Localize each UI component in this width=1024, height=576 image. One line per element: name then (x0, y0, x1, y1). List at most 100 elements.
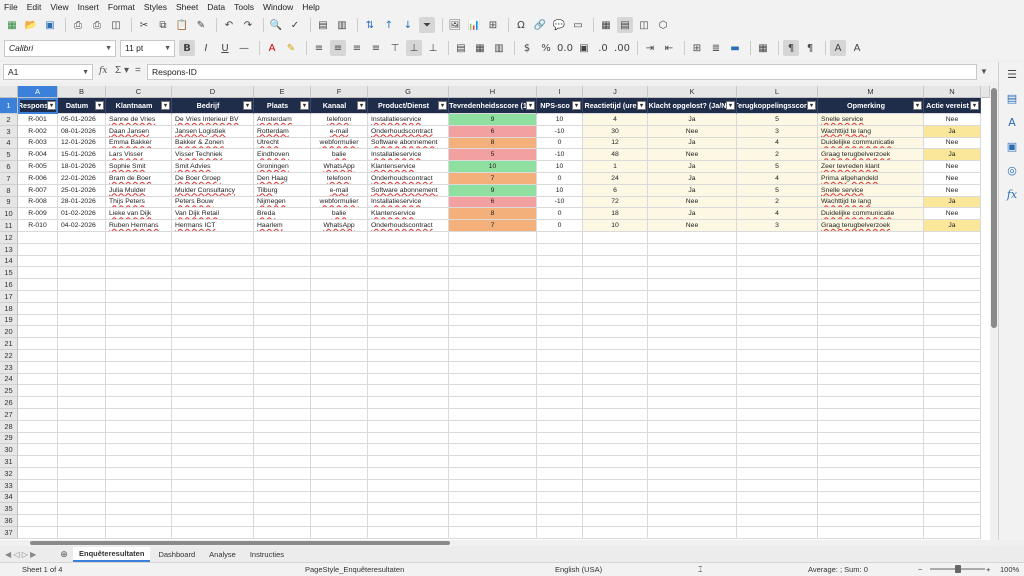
empty-cell[interactable] (737, 361, 818, 374)
right-to-left-icon[interactable]: ¶ (802, 40, 818, 56)
menu-item-edit[interactable]: Edit (27, 2, 42, 12)
empty-cell[interactable] (311, 350, 368, 362)
empty-cell[interactable] (537, 326, 583, 339)
table-cell[interactable]: Lars Visser (106, 149, 172, 162)
table-cell[interactable]: 18 (583, 208, 648, 221)
table-cell[interactable]: Sophie Smit (106, 161, 172, 173)
empty-cell[interactable] (537, 409, 583, 421)
empty-cell[interactable] (648, 302, 737, 315)
row-header[interactable]: 35 (0, 503, 18, 516)
align-top-icon[interactable]: ⊤ (387, 40, 403, 56)
empty-cell[interactable] (368, 350, 449, 362)
empty-cell[interactable] (449, 491, 537, 504)
column-header-a[interactable]: A (18, 86, 58, 98)
hamburger-menu-icon[interactable]: ☰ (1004, 66, 1020, 82)
table-cell[interactable]: Mulder Consultancy (172, 184, 254, 197)
table-cell[interactable]: 0 (537, 208, 583, 221)
empty-cell[interactable] (648, 527, 737, 539)
empty-cell[interactable] (368, 409, 449, 421)
empty-cell[interactable] (737, 456, 818, 468)
menu-item-window[interactable]: Window (263, 2, 293, 12)
autofilter-dropdown-icon[interactable]: ▾ (438, 101, 447, 110)
empty-cell[interactable] (368, 444, 449, 457)
empty-cell[interactable] (58, 503, 106, 516)
table-cell[interactable]: Van Dijk Retail (172, 208, 254, 221)
empty-cell[interactable] (449, 397, 537, 409)
empty-cell[interactable] (537, 420, 583, 433)
empty-cell[interactable] (449, 361, 537, 374)
empty-cell[interactable] (58, 243, 106, 256)
menu-item-format[interactable]: Format (108, 2, 135, 12)
empty-cell[interactable] (818, 326, 924, 339)
row-header[interactable]: 34 (0, 491, 18, 504)
empty-cell[interactable] (737, 444, 818, 457)
table-cell[interactable]: Onderhoudscontract (368, 173, 449, 185)
functions-icon[interactable]: fx (1004, 186, 1020, 202)
table-cell[interactable]: R-008 (18, 196, 58, 209)
spreadsheet-grid[interactable]: A B C D E F G H I J K L M N 1 2 3 4 5 6 7 8 9 10 11 12 13 14 15 16 17 1… (0, 86, 990, 540)
empty-cell[interactable] (311, 444, 368, 457)
empty-cell[interactable] (449, 444, 537, 457)
table-cell[interactable]: -10 (537, 196, 583, 209)
empty-cell[interactable] (818, 232, 924, 244)
table-cell[interactable]: 8 (449, 208, 537, 221)
table-cell[interactable]: Ja (648, 114, 737, 126)
empty-cell[interactable] (311, 432, 368, 445)
menu-item-data[interactable]: Data (207, 2, 225, 12)
empty-cell[interactable] (648, 397, 737, 409)
empty-cell[interactable] (583, 420, 648, 433)
table-cell[interactable]: Onderhoudscontract (368, 125, 449, 138)
unmerge-icon[interactable]: ▥ (491, 40, 507, 56)
row-header[interactable]: 29 (0, 432, 18, 445)
empty-cell[interactable] (58, 479, 106, 492)
empty-cell[interactable] (648, 479, 737, 492)
empty-cell[interactable] (172, 468, 254, 480)
empty-cell[interactable] (254, 527, 311, 539)
autofilter-icon[interactable]: ⏷ (419, 17, 435, 33)
empty-cell[interactable] (818, 456, 924, 468)
menu-item-view[interactable]: View (50, 2, 68, 12)
empty-cell[interactable] (737, 503, 818, 516)
formula-input[interactable]: Respons-ID (147, 64, 977, 80)
empty-cell[interactable] (368, 503, 449, 516)
special-character-icon[interactable]: Ω (513, 17, 529, 33)
table-cell[interactable]: Visser Techniek (172, 149, 254, 162)
table-cell[interactable]: 7 (449, 173, 537, 185)
empty-cell[interactable] (737, 291, 818, 303)
sum-icon[interactable]: Σ ▾ (115, 65, 129, 76)
empty-cell[interactable] (311, 255, 368, 268)
find-replace-icon[interactable]: 🔍 (268, 17, 284, 33)
table-cell[interactable]: Wachttijd te lang (818, 125, 924, 138)
increase-indent-icon[interactable]: ⇥ (642, 40, 658, 56)
empty-cell[interactable] (254, 255, 311, 268)
empty-cell[interactable] (924, 338, 981, 350)
empty-cell[interactable] (368, 232, 449, 244)
empty-cell[interactable] (172, 291, 254, 303)
empty-cell[interactable] (449, 515, 537, 527)
empty-cell[interactable] (368, 397, 449, 409)
empty-cell[interactable] (254, 385, 311, 398)
empty-cell[interactable] (106, 491, 172, 504)
empty-cell[interactable] (18, 373, 58, 386)
empty-cell[interactable] (583, 267, 648, 280)
align-justify-icon[interactable]: ≡ (368, 40, 384, 56)
empty-cell[interactable] (18, 468, 58, 480)
empty-cell[interactable] (583, 350, 648, 362)
empty-cell[interactable] (583, 491, 648, 504)
empty-cell[interactable] (583, 527, 648, 539)
empty-cell[interactable] (368, 468, 449, 480)
empty-cell[interactable] (818, 373, 924, 386)
table-cell[interactable]: balie (311, 208, 368, 221)
row-header[interactable]: 37 (0, 527, 18, 539)
empty-cell[interactable] (818, 503, 924, 516)
table-cell[interactable]: 28-01-2026 (58, 196, 106, 209)
table-cell[interactable]: Nee (924, 114, 981, 126)
empty-cell[interactable] (106, 314, 172, 327)
empty-cell[interactable] (737, 373, 818, 386)
export-pdf-icon[interactable]: ⎙ (70, 17, 86, 33)
table-cell[interactable]: 0 (537, 173, 583, 185)
empty-cell[interactable] (368, 338, 449, 350)
empty-cell[interactable] (18, 255, 58, 268)
empty-cell[interactable] (58, 373, 106, 386)
table-cell[interactable]: Lieke van Dijk (106, 208, 172, 221)
